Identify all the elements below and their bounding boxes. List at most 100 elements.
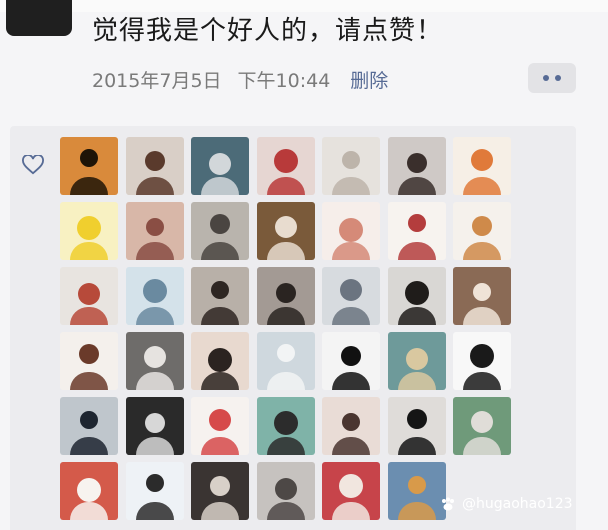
avatar-body-shape [397, 502, 436, 520]
avatar-head-shape [79, 344, 99, 364]
avatar-grey-pattern[interactable] [256, 462, 315, 520]
avatar-woman-bw[interactable] [256, 267, 315, 325]
avatar-body-shape [70, 177, 108, 195]
avatar-body-shape [70, 307, 108, 325]
avatar-hanzi-art[interactable] [387, 202, 446, 260]
avatar-body-shape [135, 177, 174, 195]
avatar-body-shape [332, 177, 370, 195]
avatar-dark-room[interactable] [191, 462, 249, 520]
avatar-head-shape [471, 411, 493, 433]
delete-link[interactable]: 删除 [350, 70, 388, 92]
avatar-body-shape [266, 242, 305, 260]
avatar-head-shape [210, 476, 230, 496]
avatar-cartoon-girl[interactable] [453, 137, 511, 195]
avatar-man-suit[interactable] [60, 397, 118, 455]
avatar-head-shape [470, 344, 494, 368]
avatar-pink-logo[interactable] [322, 202, 380, 260]
avatar-face-closeup[interactable] [322, 397, 380, 455]
avatar-cafe-woman[interactable] [453, 267, 511, 325]
avatar-body-shape [266, 307, 305, 325]
avatar-baby-cartoon[interactable] [60, 332, 118, 390]
avatar-body-shape [201, 437, 239, 455]
avatar-head-shape [342, 151, 360, 169]
avatar-body-shape [332, 502, 370, 520]
heart-outline-icon [22, 155, 44, 175]
avatar-yellow-figure[interactable] [60, 202, 118, 260]
avatar-group-photo[interactable] [125, 202, 184, 260]
avatar-head-shape [473, 283, 491, 301]
avatar-chocolate-box[interactable] [256, 202, 315, 260]
avatar-body-shape [397, 437, 436, 455]
avatar-boy-red[interactable] [60, 267, 118, 325]
avatar-head-shape [274, 478, 297, 500]
avatar-sketch-person[interactable] [453, 332, 511, 390]
avatar-man-hat[interactable] [191, 202, 249, 260]
watermark: @hugaohao123 [440, 496, 573, 512]
avatar-head-shape [210, 214, 230, 234]
avatar-cartoon-man[interactable] [453, 202, 511, 260]
more-dots-icon [543, 75, 549, 81]
avatar-body-shape [70, 502, 108, 520]
avatar-body-shape [397, 177, 436, 195]
avatar-head-shape [144, 413, 165, 433]
avatar-body-shape [70, 437, 108, 455]
avatar-head-shape [78, 283, 100, 305]
avatar-head-shape [405, 348, 428, 370]
avatar-white-cat[interactable] [322, 137, 380, 195]
avatar-red-mouth-girl[interactable] [191, 397, 249, 455]
avatar-body-shape [463, 177, 501, 195]
avatar-head-shape [274, 216, 297, 238]
avatar-man-bw[interactable] [125, 332, 184, 390]
avatar-mountain-logo[interactable] [322, 332, 380, 390]
avatar-body-shape [332, 307, 370, 325]
avatar-sitting-woman[interactable] [387, 267, 446, 325]
avatar-body-shape [397, 242, 436, 260]
avatar-girl-portrait[interactable] [125, 137, 184, 195]
avatar-head-shape [339, 218, 363, 242]
avatar-body-shape [463, 437, 501, 455]
avatar-body-shape [135, 242, 174, 260]
avatar-girl-bow[interactable] [322, 462, 380, 520]
avatar-head-shape [208, 348, 232, 372]
avatar-head-shape [144, 151, 165, 171]
liked-avatars-grid [60, 137, 511, 520]
avatar-bw-girl[interactable] [125, 397, 184, 455]
poster-avatar[interactable] [6, 0, 72, 36]
avatar-woman-selfie[interactable] [387, 137, 446, 195]
avatar-body-shape [135, 437, 174, 455]
avatar-boy-glasses[interactable] [191, 137, 249, 195]
avatar-head-shape [275, 283, 296, 303]
avatar-girl-red[interactable] [256, 137, 315, 195]
avatar-body-shape [70, 372, 108, 390]
avatar-window-plant[interactable] [453, 397, 511, 455]
avatar-head-shape [143, 346, 166, 368]
avatar-body-shape [397, 372, 436, 390]
avatar-boy-white[interactable] [60, 462, 118, 520]
avatar-sunglasses-girl[interactable] [191, 267, 249, 325]
avatar-head-shape [341, 346, 361, 366]
avatar-head-shape [145, 474, 164, 492]
avatar-kid-hat[interactable] [322, 267, 380, 325]
avatar-body-shape [201, 307, 239, 325]
avatar-anime-couple[interactable] [125, 462, 184, 520]
more-button[interactable] [528, 63, 576, 93]
avatar-body-shape [135, 502, 174, 520]
avatar-body-shape [332, 372, 370, 390]
more-dots-icon [555, 75, 561, 81]
avatar-sea-rock[interactable] [387, 332, 446, 390]
post-meta: 2015年7月5日 下午10:44 删除 [92, 66, 388, 93]
avatar-beach-figure[interactable] [125, 267, 184, 325]
avatar-seagull[interactable] [256, 332, 315, 390]
avatar-head-shape [209, 409, 231, 431]
avatar-peace-hair[interactable] [387, 397, 446, 455]
avatar-body-shape [201, 177, 239, 195]
avatar-head-shape [276, 344, 295, 362]
avatar-buddha-sunset[interactable] [60, 137, 118, 195]
post-time: 下午10:44 [237, 70, 331, 92]
avatar-tiger-badge[interactable] [256, 397, 315, 455]
avatar-baby-face[interactable] [191, 332, 249, 390]
avatar-city-sea[interactable] [387, 462, 446, 520]
post-text: 觉得我是个好人的，请点赞！ [92, 16, 444, 46]
avatar-head-shape [273, 149, 298, 173]
avatar-body-shape [135, 307, 174, 325]
